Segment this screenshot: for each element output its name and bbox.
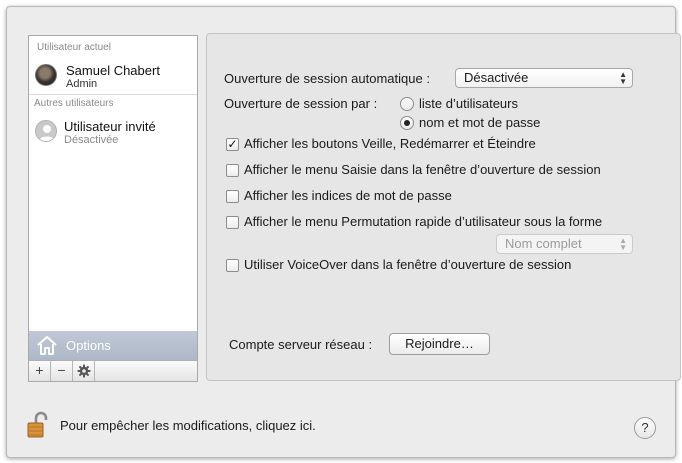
- checkbox-voiceover-label: Utiliser VoiceOver dans la fenêtre d’ouv…: [244, 257, 572, 272]
- options-label: Options: [66, 338, 111, 353]
- popup-arrows-icon: ▲ ▼: [619, 236, 627, 252]
- checkbox-show-input-menu[interactable]: [226, 164, 239, 177]
- sidebar-toolbar: + −: [29, 360, 197, 381]
- auto-login-label: Ouverture de session automatique :: [224, 71, 430, 86]
- radio-name-password-label: nom et mot de passe: [419, 115, 541, 130]
- fast-switch-display-popup[interactable]: Nom complet ▲ ▼: [496, 234, 633, 254]
- checkbox-fast-user-switching[interactable]: [226, 216, 239, 229]
- guest-user-name: Utilisateur invité: [64, 119, 156, 134]
- checkbox-show-password-hints-label: Afficher les indices de mot de passe: [244, 188, 452, 203]
- join-button[interactable]: Rejoindre…: [389, 333, 490, 355]
- gear-icon: [77, 364, 91, 381]
- display-login-label: Ouverture de session par :: [224, 96, 378, 111]
- lock-icon[interactable]: [26, 411, 52, 439]
- radio-name-password[interactable]: [400, 116, 414, 130]
- guest-avatar-icon: [35, 120, 57, 142]
- login-options-panel: Ouverture de session automatique : Désac…: [206, 33, 681, 381]
- popup-arrows-icon: ▲ ▼: [619, 70, 627, 86]
- fast-switch-display-value: Nom complet: [505, 236, 582, 251]
- remove-user-button[interactable]: −: [51, 361, 73, 381]
- network-server-label: Compte serveur réseau :: [229, 337, 373, 352]
- lock-message[interactable]: Pour empêcher les modifications, cliquez…: [60, 418, 316, 433]
- checkbox-fast-user-switching-label: Afficher le menu Permutation rapide d’ut…: [244, 214, 603, 229]
- checkbox-show-power-buttons-label: Afficher les boutons Veille, Redémarrer …: [244, 136, 536, 151]
- checkbox-show-power-buttons[interactable]: ✓: [226, 138, 239, 151]
- current-user-header: Utilisateur actuel: [37, 42, 111, 53]
- checkbox-voiceover[interactable]: [226, 259, 239, 272]
- radio-user-list-label: liste d’utilisateurs: [419, 96, 518, 111]
- help-button[interactable]: ?: [634, 417, 656, 439]
- sidebar-divider: [29, 94, 197, 95]
- auto-login-value: Désactivée: [464, 70, 529, 85]
- radio-user-list[interactable]: [400, 97, 414, 111]
- users-sidebar: Utilisateur actuel Samuel Chabert Admin …: [28, 35, 198, 382]
- sidebar-item-guest-user[interactable]: Utilisateur invité Désactivée: [29, 116, 197, 150]
- house-icon: [36, 334, 58, 356]
- gear-button[interactable]: [73, 361, 95, 381]
- checkbox-show-input-menu-label: Afficher le menu Saisie dans la fenêtre …: [244, 162, 601, 177]
- user-role: Admin: [66, 78, 98, 90]
- sidebar-item-options[interactable]: Options: [29, 331, 197, 360]
- auto-login-popup[interactable]: Désactivée ▲ ▼: [455, 68, 633, 88]
- radio-selected-dot: [404, 120, 410, 126]
- add-user-button[interactable]: +: [29, 361, 51, 381]
- sidebar-item-current-user[interactable]: Samuel Chabert Admin: [29, 60, 197, 94]
- user-name: Samuel Chabert: [66, 63, 160, 78]
- avatar: [35, 64, 57, 86]
- guest-user-status: Désactivée: [64, 134, 119, 146]
- other-users-header: Autres utilisateurs: [34, 98, 114, 109]
- preferences-window: Utilisateur actuel Samuel Chabert Admin …: [6, 6, 681, 458]
- checkbox-show-password-hints[interactable]: [226, 190, 239, 203]
